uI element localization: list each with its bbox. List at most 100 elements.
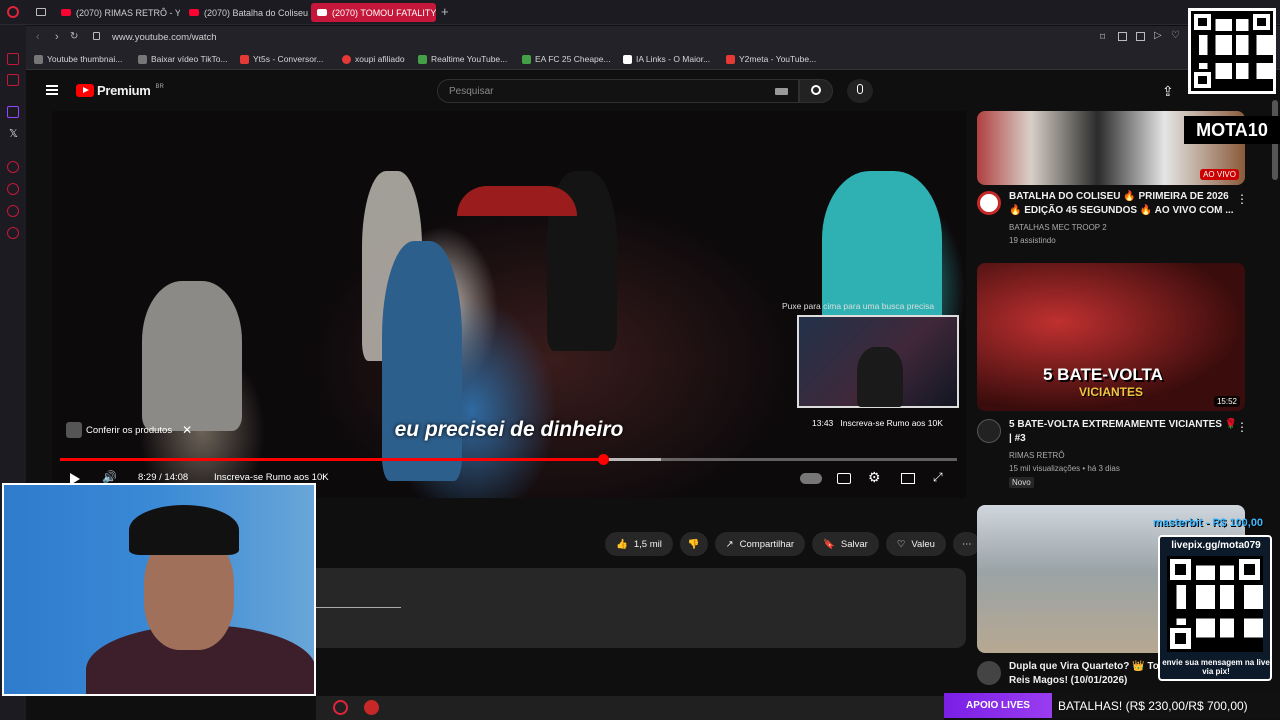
reload-icon[interactable]: ↻: [70, 31, 78, 42]
x-icon[interactable]: 𝕏: [9, 127, 18, 140]
search-button[interactable]: [799, 79, 833, 103]
sidebar-shortcut-icon[interactable]: [7, 53, 19, 65]
like-count: 1,5 mil: [633, 538, 662, 550]
tab-tomou-fatality[interactable]: (2070) TOMOU FATALITY,: [311, 3, 436, 22]
recommendation-title[interactable]: 5 BATE-VOLTA EXTREMAMENTE VICIANTES 🌹 | …: [1009, 418, 1239, 446]
thumbnail-subtitle-text: VICIANTES: [1079, 385, 1144, 399]
bookmark-item[interactable]: Y2meta - YouTube...: [726, 54, 816, 64]
recommendation-channel[interactable]: RIMAS RETRÔ: [1009, 451, 1065, 460]
bookmark-item[interactable]: EA FC 25 Cheape...: [522, 54, 611, 64]
extensions-icon[interactable]: [1118, 32, 1127, 41]
bookmark-favicon-icon: [240, 54, 249, 64]
progress-played: [60, 458, 603, 461]
dislike-button[interactable]: 👎: [679, 532, 708, 556]
bookmark-favicon-icon: [726, 54, 735, 64]
thumbs-down-icon: 👎: [687, 538, 700, 550]
tab-rimas-retro[interactable]: (2070) RIMAS RETRÔ - Yo: [55, 3, 180, 22]
like-button[interactable]: 👍 1,5 mil: [605, 532, 673, 556]
bookmark-label: EA FC 25 Cheape...: [535, 54, 611, 64]
more-icon[interactable]: ⋮: [1236, 420, 1248, 434]
qr-finder-pattern: [1191, 11, 1214, 34]
bookmark-icon: 🔖: [823, 538, 835, 550]
bookmark-item[interactable]: Youtube thumbnai...: [34, 54, 122, 64]
address-bar: ‹ › ↻ www.youtube.com/watch ⌑ ▷ ♡: [26, 26, 1280, 50]
pix-panel: livepix.gg/mota079 envie sua mensagem na…: [1158, 535, 1272, 681]
umbrella-shape: [457, 186, 577, 216]
thumbnail-title-text: 5 BATE-VOLTA: [1043, 365, 1163, 384]
sidebar-shortcut-icon[interactable]: [7, 74, 19, 86]
save-button[interactable]: 🔖 Salvar: [812, 532, 879, 556]
donation-goal-bar: APOIO LIVES BATALHAS! (R$ 230,00/R$ 700,…: [944, 693, 1280, 718]
pip-preview[interactable]: [797, 315, 959, 408]
recommendation-channel[interactable]: BATALHAS MEC TROOP 2: [1009, 223, 1107, 232]
more-icon[interactable]: ⋮: [1236, 192, 1248, 206]
live-badge: AO VIVO: [1200, 169, 1239, 180]
play-icon[interactable]: ▷: [1154, 30, 1162, 41]
tab-overview-icon[interactable]: [36, 8, 46, 16]
theater-mode-icon[interactable]: [901, 473, 915, 484]
twitch-icon[interactable]: [7, 106, 19, 118]
bookmark-item[interactable]: Baixar vídeo TikTo...: [138, 54, 228, 64]
qr-finder-pattern: [1191, 68, 1214, 91]
new-tab-button[interactable]: +: [441, 4, 449, 19]
youtube-logo[interactable]: Premium BR: [76, 83, 164, 98]
channel-avatar[interactable]: [977, 191, 1001, 215]
video-player[interactable]: Puxe para cima para uma busca precisa 13…: [52, 111, 966, 498]
bookmark-item[interactable]: IA Links - O Maior...: [623, 54, 710, 64]
recommendation-title[interactable]: BATALHA DO COLISEU 🔥 PRIMEIRA DE 2026 🔥 …: [1009, 190, 1239, 218]
chapter-chevron-icon[interactable]: ›: [322, 471, 325, 482]
opera-taskbar-icon[interactable]: [333, 700, 348, 715]
volume-icon[interactable]: 🔊: [102, 470, 117, 484]
youtube-favicon-icon: [61, 9, 71, 16]
video-subtitle: eu precisei de dinheiro: [394, 418, 624, 441]
recommendation-thumbnail[interactable]: 5 BATE-VOLTA VICIANTES 15:52: [977, 263, 1245, 411]
bookmark-item[interactable]: Realtime YouTube...: [418, 54, 507, 64]
donation-label: APOIO LIVES: [944, 693, 1052, 718]
sidebar-shortcut-icon[interactable]: [7, 161, 19, 173]
bookmark-item[interactable]: xoupi afiliado: [342, 54, 405, 64]
progress-scrubber[interactable]: [597, 454, 609, 465]
opera-icon[interactable]: [7, 6, 19, 18]
fullscreen-icon[interactable]: ⤢: [933, 470, 943, 485]
settings-icon[interactable]: [7, 227, 19, 239]
thanks-button[interactable]: ♡ Valeu: [885, 532, 946, 556]
pip-hint-text: Puxe para cima para uma busca precisa: [782, 301, 935, 311]
search-input[interactable]: Pesquisar: [437, 79, 799, 103]
keyboard-icon[interactable]: [775, 88, 788, 95]
upload-icon[interactable]: ⇪: [1162, 83, 1174, 100]
chapter-title[interactable]: Inscreva-se Rumo aos 10K: [214, 472, 329, 483]
autoplay-toggle[interactable]: [800, 473, 822, 484]
bookmark-icon[interactable]: ⌑: [1100, 32, 1105, 43]
share-button[interactable]: ↗ Compartilhar: [714, 532, 806, 556]
recommendation-title[interactable]: Dupla que Vira Quarteto? 👑 To... Reis Ma…: [1009, 660, 1174, 688]
thumbs-up-icon: 👍: [616, 538, 628, 550]
back-icon[interactable]: ‹: [36, 31, 40, 43]
progress-bar[interactable]: [60, 454, 957, 465]
share-icon: ↗: [725, 538, 734, 550]
bookmark-label: Y2meta - YouTube...: [739, 54, 817, 64]
mic-icon: [857, 84, 863, 94]
recommendation-meta: 19 assistindo: [1009, 236, 1056, 245]
pix-caption: envie sua mensagem na live via pix!: [1162, 658, 1270, 676]
description-box[interactable]: [315, 568, 966, 648]
forward-icon[interactable]: ›: [55, 31, 59, 43]
app-taskbar-icon[interactable]: [364, 700, 379, 715]
bookmark-label: IA Links - O Maior...: [636, 54, 711, 64]
channel-avatar[interactable]: [977, 661, 1001, 685]
menu-icon[interactable]: [46, 85, 58, 95]
settings-icon[interactable]: ⚙: [868, 469, 881, 486]
bookmark-label: Youtube thumbnai...: [47, 54, 123, 64]
voice-search-button[interactable]: [847, 79, 873, 103]
youtube-favicon-icon: [317, 9, 327, 16]
bookmark-item[interactable]: Yt5s - Conversor...: [240, 54, 323, 64]
youtube-region-label: BR: [155, 83, 164, 90]
chat-icon[interactable]: [7, 205, 19, 217]
youtube-logo-text: Premium: [97, 83, 151, 98]
tab-batalha-coliseu[interactable]: (2070) Batalha do Coliseu: [183, 3, 308, 22]
channel-avatar[interactable]: [977, 419, 1001, 443]
snapshot-icon[interactable]: [1136, 32, 1145, 41]
url-field[interactable]: www.youtube.com/watch: [112, 32, 217, 43]
heart-icon[interactable]: ♡: [1171, 30, 1180, 41]
history-icon[interactable]: [7, 183, 19, 195]
subtitles-icon[interactable]: [837, 473, 851, 484]
